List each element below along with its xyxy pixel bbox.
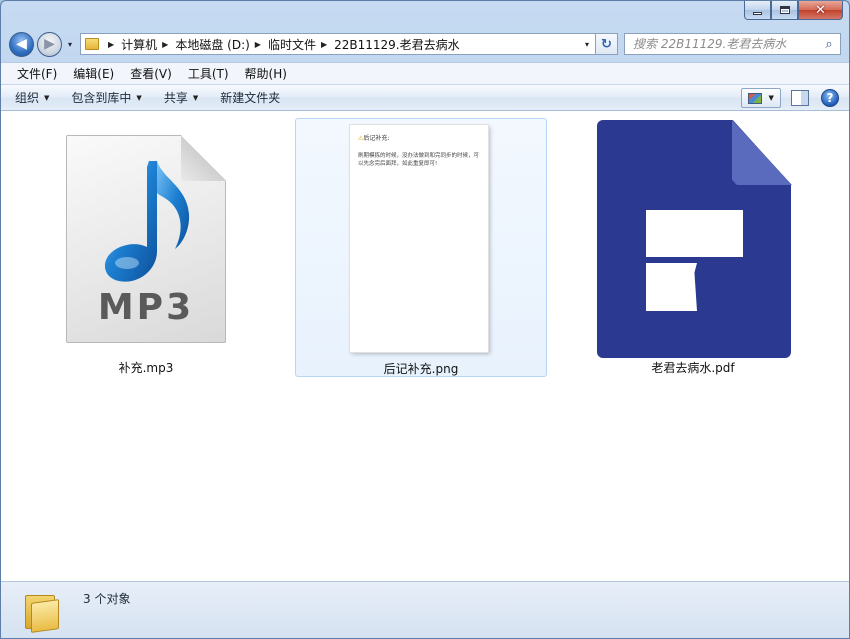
menu-edit[interactable]: 编辑(E)	[65, 65, 122, 82]
refresh-button[interactable]: ↻	[596, 33, 618, 55]
chevron-right-icon[interactable]: ▶	[255, 40, 261, 49]
navigation-row: ◀ ▶ ▾ ▶ 计算机 ▶ 本地磁盘 (D:) ▶ 临时文件 ▶ 22B1112…	[9, 30, 841, 58]
menu-bar: 文件(F) 编辑(E) 查看(V) 工具(T) 帮助(H)	[1, 62, 849, 84]
command-bar: 组织 ▼ 包含到库中 ▼ 共享 ▼ 新建文件夹 ▼ ?	[1, 84, 849, 111]
file-item-png[interactable]: ⚠后记补充: 刷期模拣的时候，没办法做到和完同步的时候，可以先念完后面拜，如此重…	[295, 118, 547, 377]
search-icon[interactable]: ⌕	[818, 37, 840, 52]
help-icon[interactable]: ?	[821, 89, 839, 107]
menu-help[interactable]: 帮助(H)	[237, 65, 295, 82]
breadcrumb: ▶ 计算机 ▶ 本地磁盘 (D:) ▶ 临时文件 ▶ 22B11129.老君去病…	[103, 36, 460, 53]
folder-icon	[85, 38, 99, 50]
forward-arrow-icon: ▶	[44, 36, 55, 52]
forward-button[interactable]: ▶	[37, 31, 62, 57]
new-folder-button[interactable]: 新建文件夹	[220, 89, 280, 106]
minimize-icon	[753, 11, 762, 15]
file-name: 后记补充.png	[383, 362, 459, 376]
recent-pages-dropdown[interactable]: ▾	[64, 40, 76, 49]
music-note-icon	[104, 161, 190, 282]
address-dropdown-icon[interactable]: ▾	[579, 40, 595, 49]
close-icon: ✕	[815, 2, 826, 18]
chevron-down-icon: ▼	[44, 93, 50, 102]
include-in-library-label: 包含到库中	[71, 91, 132, 105]
view-icon	[748, 92, 763, 104]
file-list: 补充.mp3 MP3 ⚠后记补充: 刷期模拣的时候，没办法做到和完同步的时候，可…	[1, 111, 849, 581]
close-button[interactable]: ✕	[798, 1, 843, 20]
chevron-right-icon[interactable]: ▶	[108, 40, 114, 49]
maximize-button[interactable]	[771, 1, 798, 20]
menu-view[interactable]: 查看(V)	[122, 65, 180, 82]
organize-label: 组织	[15, 91, 40, 105]
caption-buttons: ✕	[744, 1, 843, 20]
include-in-library-button[interactable]: 包含到库中 ▼	[71, 89, 141, 106]
chevron-down-icon[interactable]: ▼	[768, 94, 773, 102]
folder-front-shape	[31, 599, 59, 633]
share-label: 共享	[163, 91, 188, 105]
mp3-badge: MP3	[97, 287, 195, 328]
change-view-button[interactable]: ▼	[741, 88, 781, 108]
details-pane: 3 个对象	[1, 581, 849, 638]
file-name: 补充.mp3	[118, 361, 174, 375]
chevron-right-icon[interactable]: ▶	[321, 40, 327, 49]
file-name: 老君去病水.pdf	[651, 361, 735, 375]
pdf-logo-bar	[646, 210, 743, 257]
breadcrumb-current-folder[interactable]: 22B11129.老君去病水	[334, 36, 460, 53]
explorer-window: ✕ ◀ ▶ ▾ ▶ 计算机 ▶ 本地磁盘 (D:) ▶ 临时文件 ▶ 22B11…	[0, 0, 850, 639]
new-folder-label: 新建文件夹	[220, 91, 281, 105]
menu-file[interactable]: 文件(F)	[9, 65, 65, 82]
thumbnail-title-text: 后记补充:	[363, 135, 390, 142]
pdf-logo-block	[646, 263, 697, 311]
breadcrumb-temp-files[interactable]: 临时文件	[268, 36, 316, 53]
png-thumbnail: ⚠后记补充: 刷期模拣的时候，没办法做到和完同步的时候，可以先念完后面拜，如此重…	[350, 125, 488, 352]
preview-pane-icon[interactable]	[791, 90, 809, 106]
chevron-down-icon: ▼	[136, 93, 142, 102]
maximize-icon	[779, 6, 790, 14]
chevron-down-icon: ▼	[192, 93, 199, 102]
folder-icon	[25, 591, 61, 633]
back-arrow-icon: ◀	[16, 36, 27, 52]
breadcrumb-computer[interactable]: 计算机	[121, 36, 157, 53]
share-button[interactable]: 共享 ▼	[164, 89, 198, 106]
refresh-icon: ↻	[601, 36, 612, 52]
chevron-right-icon[interactable]: ▶	[162, 40, 168, 49]
help-glyph: ?	[826, 91, 834, 105]
back-button[interactable]: ◀	[9, 31, 34, 57]
breadcrumb-local-disk[interactable]: 本地磁盘 (D:)	[175, 36, 249, 53]
minimize-button[interactable]	[744, 1, 771, 20]
thumbnail-title: ⚠后记补充:	[358, 133, 480, 142]
item-count: 3 个对象	[83, 592, 131, 606]
view-controls: ▼ ?	[741, 88, 839, 108]
thumbnail-body: 刷期模拣的时候，没办法做到和完同步的时候，可以先念完后面拜，如此重复即可!	[358, 153, 480, 167]
organize-button[interactable]: 组织 ▼	[15, 89, 49, 106]
search-input[interactable]	[633, 37, 818, 51]
menu-tools[interactable]: 工具(T)	[180, 65, 237, 82]
address-bar[interactable]: ▶ 计算机 ▶ 本地磁盘 (D:) ▶ 临时文件 ▶ 22B11129.老君去病…	[80, 33, 596, 55]
search-box[interactable]: ⌕	[624, 33, 841, 55]
